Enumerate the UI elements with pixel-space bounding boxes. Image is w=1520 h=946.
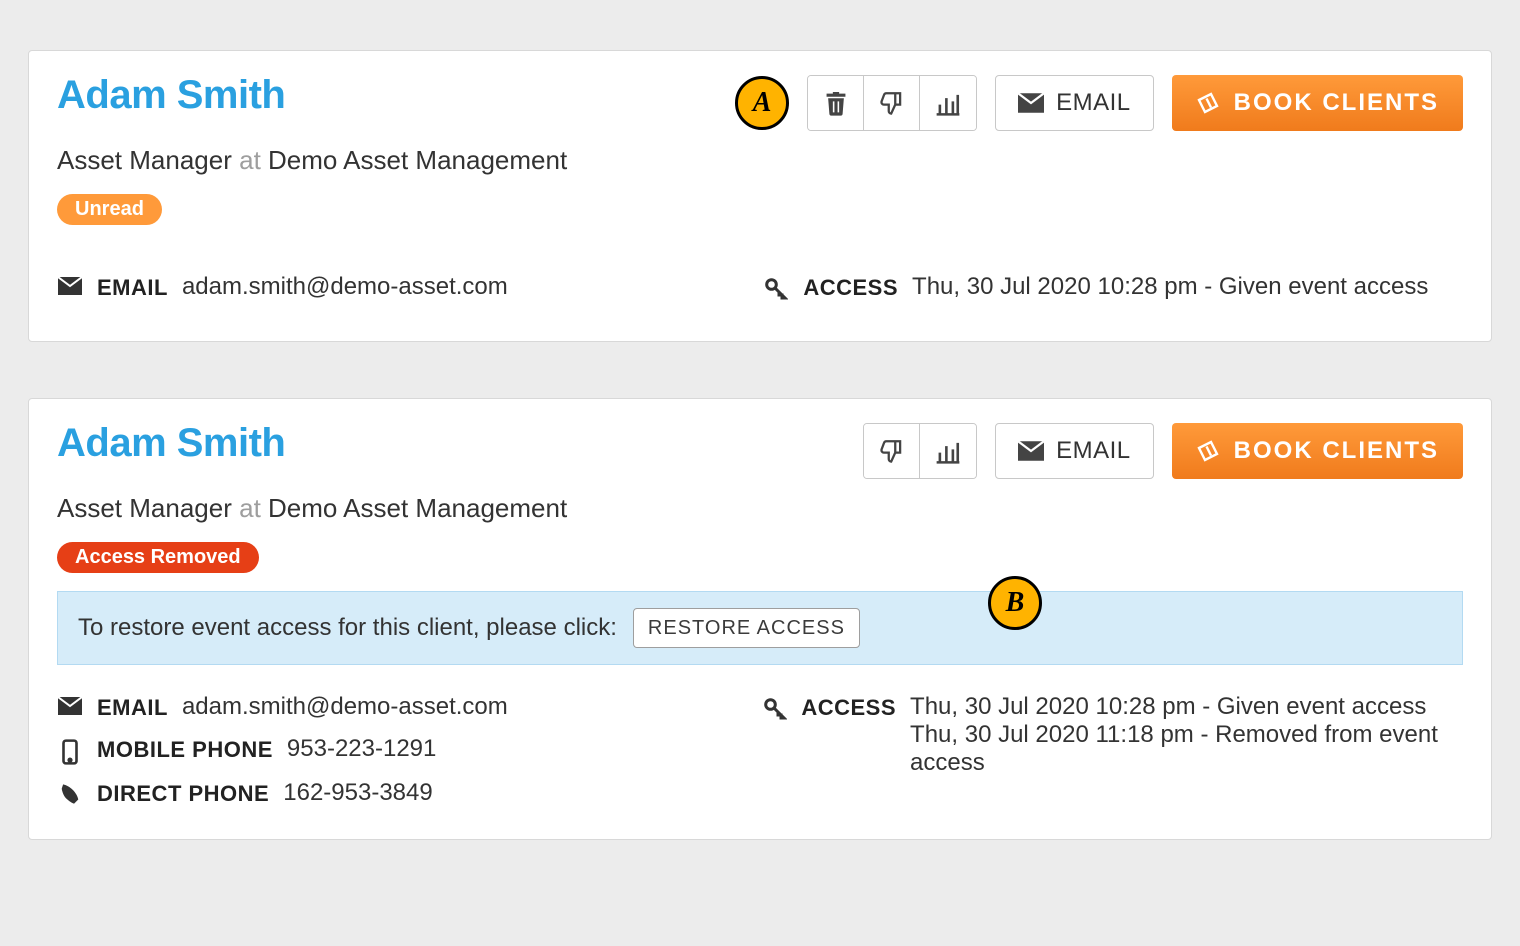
thumbs-down-button[interactable]	[864, 76, 920, 130]
envelope-icon	[57, 693, 83, 715]
access-value: Thu, 30 Jul 2020 10:28 pm - Given event …	[912, 273, 1428, 301]
email-value: adam.smith@demo-asset.com	[182, 693, 508, 721]
mobile-label: MOBILE PHONE	[97, 735, 273, 763]
card-header: Adam Smith A	[57, 75, 1463, 131]
icon-button-group	[863, 423, 977, 479]
key-icon	[763, 693, 787, 721]
restore-access-button[interactable]: RESTORE ACCESS	[633, 608, 860, 648]
direct-label: DIRECT PHONE	[97, 779, 269, 807]
thumbs-down-icon	[879, 438, 905, 464]
client-details: EMAIL adam.smith@demo-asset.com ACCESS T…	[57, 273, 1463, 315]
annotation-badge-a: A	[735, 76, 789, 130]
access-label: ACCESS	[801, 693, 896, 721]
stats-button[interactable]	[920, 424, 976, 478]
envelope-icon	[57, 273, 83, 295]
book-clients-label: BOOK CLIENTS	[1234, 437, 1439, 465]
details-right: ACCESS Thu, 30 Jul 2020 10:28 pm - Given…	[763, 273, 1463, 315]
details-left: EMAIL adam.smith@demo-asset.com MOBILE P…	[57, 693, 723, 821]
access-value: Thu, 30 Jul 2020 10:28 pm - Given event …	[910, 693, 1463, 777]
client-role: Asset Manager at Demo Asset Management	[57, 145, 1463, 176]
restore-prompt-text: To restore event access for this client,…	[78, 614, 617, 642]
trash-icon	[825, 90, 847, 116]
phone-icon	[57, 779, 83, 805]
ticket-icon	[1196, 439, 1220, 463]
bar-chart-icon	[935, 438, 961, 464]
annotation-badge-b: B	[988, 576, 1042, 630]
field-email: EMAIL adam.smith@demo-asset.com	[57, 273, 723, 301]
client-name[interactable]: Adam Smith	[57, 423, 285, 463]
key-icon	[763, 273, 789, 301]
field-access: ACCESS Thu, 30 Jul 2020 10:28 pm - Given…	[763, 273, 1463, 301]
details-left: EMAIL adam.smith@demo-asset.com	[57, 273, 723, 315]
book-clients-label: BOOK CLIENTS	[1234, 89, 1439, 117]
email-button[interactable]: EMAIL	[995, 75, 1154, 131]
stats-button[interactable]	[920, 76, 976, 130]
client-card: Adam Smith EMAIL	[28, 398, 1492, 840]
card-header: Adam Smith EMAIL	[57, 423, 1463, 479]
thumbs-down-icon	[879, 90, 905, 116]
email-button-label: EMAIL	[1056, 437, 1131, 465]
direct-value: 162-953-3849	[283, 779, 432, 807]
bar-chart-icon	[935, 90, 961, 116]
email-label: EMAIL	[97, 693, 168, 721]
client-name[interactable]: Adam Smith	[57, 75, 285, 115]
access-line-2: Thu, 30 Jul 2020 11:18 pm - Removed from…	[910, 721, 1438, 776]
access-label: ACCESS	[803, 273, 898, 301]
status-badge: Access Removed	[57, 542, 259, 573]
book-clients-button[interactable]: BOOK CLIENTS	[1172, 75, 1463, 131]
icon-button-group	[807, 75, 977, 131]
email-value: adam.smith@demo-asset.com	[182, 273, 508, 301]
mobile-icon	[57, 735, 83, 765]
email-button-label: EMAIL	[1056, 89, 1131, 117]
status-badge: Unread	[57, 194, 162, 225]
mobile-value: 953-223-1291	[287, 735, 436, 763]
envelope-icon	[1018, 93, 1044, 113]
book-clients-button[interactable]: BOOK CLIENTS	[1172, 423, 1463, 479]
email-label: EMAIL	[97, 273, 168, 301]
field-direct: DIRECT PHONE 162-953-3849	[57, 779, 723, 807]
ticket-icon	[1196, 91, 1220, 115]
role-company: Demo Asset Management	[268, 493, 567, 523]
field-access: ACCESS Thu, 30 Jul 2020 10:28 pm - Given…	[763, 693, 1463, 777]
envelope-icon	[1018, 441, 1044, 461]
role-title: Asset Manager	[57, 493, 232, 523]
role-at: at	[239, 145, 261, 175]
role-at: at	[239, 493, 261, 523]
role-company: Demo Asset Management	[268, 145, 567, 175]
field-mobile: MOBILE PHONE 953-223-1291	[57, 735, 723, 765]
field-email: EMAIL adam.smith@demo-asset.com	[57, 693, 723, 721]
restore-access-notice: To restore event access for this client,…	[57, 591, 1463, 665]
client-role: Asset Manager at Demo Asset Management	[57, 493, 1463, 524]
access-line-1: Thu, 30 Jul 2020 10:28 pm - Given event …	[910, 693, 1426, 720]
header-actions: A	[735, 75, 1463, 131]
delete-button[interactable]	[808, 76, 864, 130]
client-details: EMAIL adam.smith@demo-asset.com MOBILE P…	[57, 693, 1463, 821]
role-title: Asset Manager	[57, 145, 232, 175]
client-card: Remove event access for this client Adam…	[28, 50, 1492, 342]
thumbs-down-button[interactable]	[864, 424, 920, 478]
details-right: ACCESS Thu, 30 Jul 2020 10:28 pm - Given…	[763, 693, 1463, 821]
header-actions: EMAIL BOOK CLIENTS	[863, 423, 1463, 479]
email-button[interactable]: EMAIL	[995, 423, 1154, 479]
